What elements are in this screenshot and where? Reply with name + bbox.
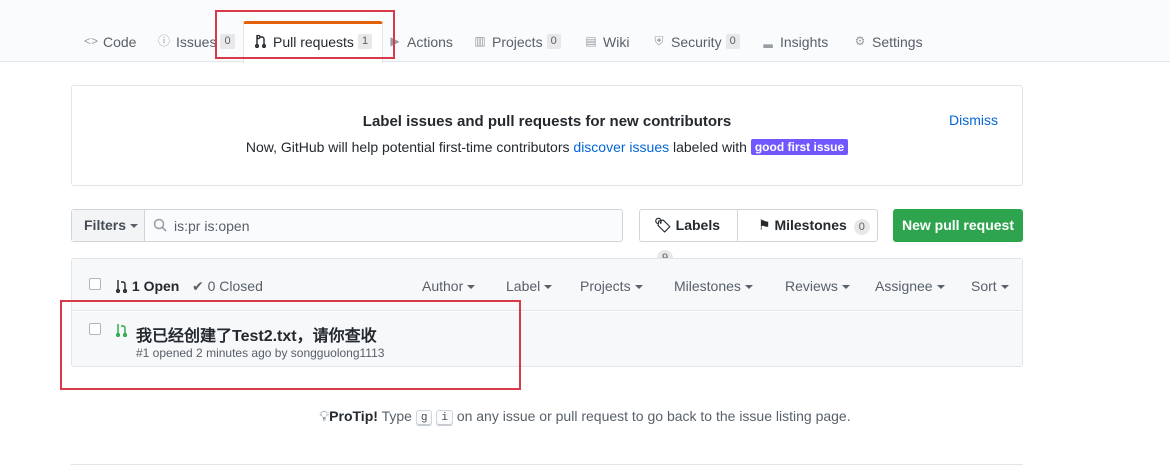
- tab-label: Security: [671, 34, 722, 50]
- banner-text-after: labeled with: [673, 139, 747, 155]
- book-icon: ▤: [585, 34, 597, 48]
- caret-down-icon: [744, 285, 753, 290]
- milestone-icon: ⚑: [758, 217, 771, 233]
- assignee-filter[interactable]: Assignee: [875, 278, 945, 294]
- shield-icon: ⛨: [654, 34, 664, 48]
- caret-down-icon: [130, 224, 139, 229]
- issue-icon: ⓘ: [157, 34, 170, 48]
- pull-request-title-link[interactable]: 我已经创建了Test2.txt，请你查收: [136, 322, 377, 346]
- tab-wiki[interactable]: ▤ Wiki: [584, 24, 629, 62]
- project-icon: ▥: [474, 34, 486, 48]
- reviews-filter-label: Reviews: [785, 278, 838, 294]
- pull-request-meta: #1 opened 2 minutes ago by songguolong11…: [136, 346, 385, 360]
- tab-label: Wiki: [603, 34, 630, 50]
- caret-down-icon: [467, 285, 476, 290]
- labels-label: Labels: [675, 217, 721, 233]
- protip-text-before: Type: [381, 408, 412, 424]
- tab-label: Issues: [176, 34, 217, 50]
- tab-count: 0: [220, 34, 235, 49]
- caret-down-icon: [634, 285, 643, 290]
- tab-actions[interactable]: ▶ Actions: [388, 24, 453, 62]
- tag-icon: 🏷︎: [654, 217, 672, 233]
- closed-count-label: 0 Closed: [207, 278, 263, 294]
- milestones-filter-label: Milestones: [674, 278, 741, 294]
- sort-filter[interactable]: Sort: [971, 278, 1009, 294]
- play-icon: ▶: [390, 34, 400, 48]
- tab-label: Projects: [492, 34, 543, 50]
- milestones-filter[interactable]: Milestones: [674, 278, 753, 294]
- tab-label: Insights: [780, 34, 829, 50]
- row-checkbox[interactable]: [89, 323, 101, 335]
- banner-text: Now, GitHub will help potential first-ti…: [72, 139, 1022, 155]
- pull-request-icon: [115, 278, 132, 294]
- tab-code[interactable]: <> Code: [84, 24, 136, 62]
- protip: 💡︎ProTip! Type g i on any issue or pull …: [0, 408, 1170, 426]
- open-filter-link[interactable]: 1 Open: [115, 278, 180, 294]
- tab-count: 1: [357, 34, 373, 49]
- author-filter-label: Author: [422, 278, 464, 294]
- pull-request-list: 1 Open ✔ 0 Closed Author Label Projects …: [71, 258, 1023, 367]
- author-filter[interactable]: Author: [422, 278, 476, 294]
- list-item[interactable]: 我已经创建了Test2.txt，请你查收 #1 opened 2 minutes…: [72, 312, 1022, 366]
- search-input[interactable]: [174, 210, 614, 241]
- tab-issues[interactable]: ⓘ Issues 0: [157, 24, 235, 62]
- discover-issues-link[interactable]: discover issues: [573, 139, 669, 155]
- code-icon: <>: [84, 34, 99, 48]
- open-count-label: 1 Open: [131, 278, 180, 294]
- search-icon: [153, 218, 167, 232]
- good-first-issue-label: good first issue: [750, 139, 849, 155]
- select-all-checkbox[interactable]: [89, 278, 101, 290]
- tab-count: 0: [546, 34, 561, 49]
- shortcut-key: g: [415, 410, 433, 426]
- milestones-label: Milestones: [774, 217, 847, 233]
- closed-filter-link[interactable]: ✔ 0 Closed: [192, 278, 263, 295]
- check-icon: ✔: [192, 278, 204, 294]
- label-filter-label: Label: [506, 278, 541, 294]
- caret-down-icon: [841, 285, 850, 290]
- shortcut-key: i: [436, 410, 453, 426]
- projects-filter-label: Projects: [580, 278, 631, 294]
- open-pull-request-icon: [115, 323, 128, 340]
- tab-projects[interactable]: ▥ Projects 0: [473, 24, 561, 62]
- filters-dropdown-button[interactable]: Filters: [72, 210, 145, 241]
- assignee-filter-label: Assignee: [875, 278, 933, 294]
- tab-label: Actions: [407, 34, 453, 50]
- milestones-button[interactable]: ⚑ Milestones 0: [737, 209, 878, 242]
- milestones-count: 0: [853, 219, 870, 235]
- tab-settings[interactable]: ⚙ Settings: [853, 24, 923, 62]
- projects-filter[interactable]: Projects: [580, 278, 643, 294]
- protip-label: ProTip!: [329, 408, 378, 424]
- caret-down-icon: [1000, 285, 1009, 290]
- gear-icon: ⚙: [854, 34, 866, 48]
- tab-count: 0: [725, 34, 740, 49]
- banner-text-before: Now, GitHub will help potential first-ti…: [245, 139, 570, 155]
- new-contributor-banner: Label issues and pull requests for new c…: [71, 85, 1023, 186]
- tab-label: Code: [103, 34, 137, 50]
- reviews-filter[interactable]: Reviews: [785, 278, 850, 294]
- label-filter[interactable]: Label: [506, 278, 553, 294]
- labels-button[interactable]: 🏷︎ Labels 9: [639, 209, 738, 266]
- tab-security[interactable]: ⛨ Security 0: [652, 24, 740, 62]
- new-pull-request-button[interactable]: New pull request: [893, 209, 1023, 242]
- filters-label: Filters: [84, 217, 127, 233]
- tab-label: Pull requests: [273, 34, 354, 50]
- filter-bar: Filters: [71, 209, 623, 242]
- footer-divider: [71, 464, 1023, 465]
- tab-insights[interactable]: ▂ Insights: [761, 24, 828, 62]
- banner-title: Label issues and pull requests for new c…: [362, 113, 732, 130]
- pull-request-icon: [254, 34, 268, 49]
- graph-icon: ▂: [763, 34, 773, 48]
- dismiss-button[interactable]: Dismiss: [949, 112, 998, 128]
- lightbulb-icon: 💡︎: [319, 408, 330, 424]
- repo-nav-tabs: <> Code ⓘ Issues 0 Pull requests 1 ▶ Act…: [0, 0, 1170, 63]
- tab-pull-requests[interactable]: Pull requests 1: [243, 21, 384, 63]
- list-header: 1 Open ✔ 0 Closed Author Label Projects …: [72, 259, 1022, 311]
- caret-down-icon: [936, 285, 945, 290]
- caret-down-icon: [544, 285, 553, 290]
- protip-text-after: on any issue or pull request to go back …: [456, 408, 851, 424]
- tab-label: Settings: [872, 34, 923, 50]
- sort-filter-label: Sort: [971, 278, 997, 294]
